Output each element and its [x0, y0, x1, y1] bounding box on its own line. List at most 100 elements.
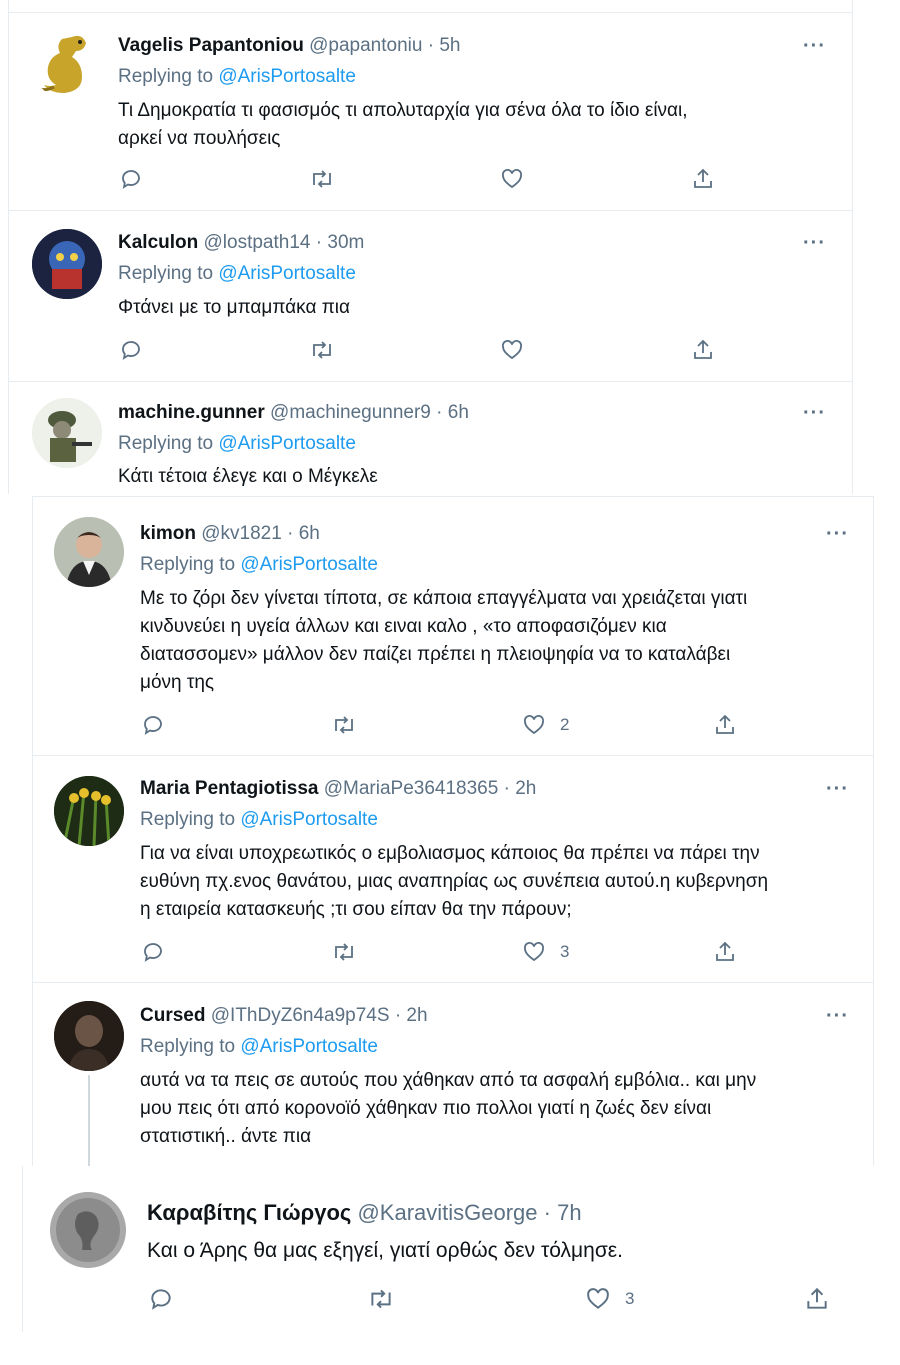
retweet-icon[interactable]: [309, 338, 335, 362]
like-count: 2: [560, 715, 570, 734]
like-icon[interactable]: [500, 167, 538, 191]
reply-icon[interactable]: [141, 713, 165, 737]
separator: ·: [436, 402, 443, 423]
more-options-icon[interactable]: ···: [803, 36, 826, 56]
replying-to: Replying to @ArisPortosalte: [118, 66, 356, 88]
author-name[interactable]: Cursed: [140, 1005, 205, 1026]
more-options-icon[interactable]: ···: [803, 233, 826, 253]
replying-label: Replying to: [118, 263, 214, 284]
retweet-icon[interactable]: [367, 1286, 395, 1312]
tweet-text-line: αρκεί να πουλήσεις: [118, 128, 281, 149]
author-handle[interactable]: @IThDyZ6n4a9p74S: [211, 1005, 390, 1026]
author-handle[interactable]: @MariaPe36418365: [324, 778, 499, 799]
separator: ·: [427, 35, 435, 56]
more-options-icon[interactable]: ···: [826, 779, 849, 799]
replying-to: Replying to @ArisPortosalte: [118, 433, 356, 455]
like-icon[interactable]: 3: [585, 1286, 634, 1312]
retweet-icon[interactable]: [331, 940, 357, 964]
tweet-text: Κάτι τέτοια έλεγε και ο Μέγκελε: [118, 463, 378, 491]
dark-avatar[interactable]: [54, 1001, 124, 1071]
tweet-text-line: Με το ζόρι δεν γίνεται τίποτα, σε κάποια…: [140, 588, 748, 609]
tweet-time[interactable]: 6h: [299, 523, 320, 544]
reply-icon[interactable]: [119, 338, 143, 362]
replying-handle[interactable]: @ArisPortosalte: [218, 66, 356, 87]
like-icon[interactable]: 3: [522, 940, 569, 964]
more-options-icon[interactable]: ···: [826, 1006, 849, 1026]
tweet-text-line: διατασσομεν» μάλλον δεν παίζει πρέπει η …: [140, 644, 731, 665]
share-icon[interactable]: [691, 167, 715, 191]
tweet-time[interactable]: 7h: [557, 1200, 581, 1225]
share-icon[interactable]: [804, 1286, 830, 1312]
author-handle[interactable]: @papantoniu: [309, 35, 422, 56]
like-icon[interactable]: [500, 338, 538, 362]
tweet-text-line: η εταιρεία κατασκευής ;τι σου είπαν θα τ…: [140, 899, 572, 920]
tweet-header: Cursed @IThDyZ6n4a9p74S · 2h: [140, 1005, 428, 1027]
tweet-time[interactable]: 30m: [327, 232, 364, 253]
author-handle[interactable]: @KaravitisGeorge: [357, 1200, 537, 1225]
replying-label: Replying to: [140, 554, 236, 575]
author-name[interactable]: Καραβίτης Γιώργος: [147, 1200, 351, 1225]
replying-handle[interactable]: @ArisPortosalte: [240, 809, 378, 830]
soldier-avatar[interactable]: [32, 398, 102, 468]
thread-connector: [88, 1075, 90, 1166]
author-handle[interactable]: @kv1821: [201, 523, 282, 544]
separator: ·: [503, 778, 510, 799]
tweet-maria[interactable]: Maria Pentagiotissa @MariaPe36418365 · 2…: [32, 756, 874, 982]
tweet-kimon[interactable]: kimon @kv1821 · 6h ··· Replying to @Aris…: [32, 497, 874, 755]
tweet-header: Καραβίτης Γιώργος @KaravitisGeorge · 7h: [147, 1200, 582, 1226]
tweet-cursed[interactable]: Cursed @IThDyZ6n4a9p74S · 2h ··· Replyin…: [32, 983, 874, 1166]
author-name[interactable]: machine.gunner: [118, 402, 265, 423]
dinosaur-avatar[interactable]: [32, 29, 102, 99]
tweet-vagelis[interactable]: Vagelis Papantoniou @papantoniu · 5h ···…: [8, 13, 853, 210]
more-options-icon[interactable]: ···: [803, 403, 826, 423]
tweet-machine-gunner[interactable]: machine.gunner @machinegunner9 · 6h ··· …: [8, 382, 853, 494]
author-name[interactable]: Vagelis Papantoniou: [118, 35, 304, 56]
share-icon[interactable]: [713, 713, 737, 737]
tweet-text-line: αυτά να τα πεις σε αυτούς που χάθηκαν απ…: [140, 1070, 757, 1091]
like-icon[interactable]: 2: [522, 713, 569, 737]
tweet-time[interactable]: 2h: [406, 1005, 427, 1026]
tweet-text-line: κινδυνεύει η υγεία άλλων και ειναι καλο …: [140, 616, 667, 637]
tweet-text-line: Και ο Άρης θα μας εξηγεί, γιατί ορθώς δε…: [147, 1239, 623, 1262]
author-handle[interactable]: @machinegunner9: [270, 402, 431, 423]
tweet-text: Και ο Άρης θα μας εξηγεί, γιατί ορθώς δε…: [147, 1236, 623, 1266]
coin-avatar[interactable]: [50, 1192, 126, 1268]
flowers-avatar[interactable]: [54, 776, 124, 846]
separator: ·: [543, 1200, 551, 1225]
share-icon[interactable]: [691, 338, 715, 362]
author-name[interactable]: kimon: [140, 523, 196, 544]
replying-handle[interactable]: @ArisPortosalte: [240, 554, 378, 575]
tweet-text-line: στατιστική.. άντε πια: [140, 1126, 312, 1147]
share-icon[interactable]: [713, 940, 737, 964]
more-options-icon[interactable]: ···: [826, 524, 849, 544]
author-name[interactable]: Maria Pentagiotissa: [140, 778, 318, 799]
reply-icon[interactable]: [119, 167, 143, 191]
replying-handle[interactable]: @ArisPortosalte: [240, 1036, 378, 1057]
tweet-karavitis[interactable]: Καραβίτης Γιώργος @KaravitisGeorge · 7h …: [22, 1166, 876, 1332]
tweet-text: Για να είναι υποχρεωτικός ο εμβολιασμος …: [140, 840, 768, 924]
tweet-time[interactable]: 2h: [515, 778, 536, 799]
retweet-icon[interactable]: [309, 167, 335, 191]
tweet-text-line: μου πεις ότι από κορονοϊό χάθηκαν πιο πο…: [140, 1098, 712, 1119]
replying-handle[interactable]: @ArisPortosalte: [218, 433, 356, 454]
replying-to: Replying to @ArisPortosalte: [140, 1036, 378, 1058]
tweet-time[interactable]: 5h: [439, 35, 460, 56]
author-name[interactable]: Kalculon: [118, 232, 198, 253]
like-count: 3: [560, 942, 570, 961]
tweet-header: machine.gunner @machinegunner9 · 6h: [118, 402, 469, 424]
reply-icon[interactable]: [141, 940, 165, 964]
tweet-text: Με το ζόρι δεν γίνεται τίποτα, σε κάποια…: [140, 585, 747, 697]
robot-avatar[interactable]: [32, 229, 102, 299]
like-count: 3: [625, 1289, 635, 1308]
retweet-icon[interactable]: [331, 713, 357, 737]
separator: ·: [394, 1005, 402, 1026]
tweet-kalculon[interactable]: Kalculon @lostpath14 · 30m ··· Replying …: [8, 211, 853, 381]
tweet-text-line: Για να είναι υποχρεωτικός ο εμβολιασμος …: [140, 843, 760, 864]
replying-to: Replying to @ArisPortosalte: [118, 263, 356, 285]
author-handle[interactable]: @lostpath14: [204, 232, 311, 253]
person-avatar[interactable]: [54, 517, 124, 587]
replying-label: Replying to: [140, 809, 236, 830]
tweet-time[interactable]: 6h: [448, 402, 469, 423]
reply-icon[interactable]: [148, 1286, 174, 1312]
replying-handle[interactable]: @ArisPortosalte: [218, 263, 356, 284]
